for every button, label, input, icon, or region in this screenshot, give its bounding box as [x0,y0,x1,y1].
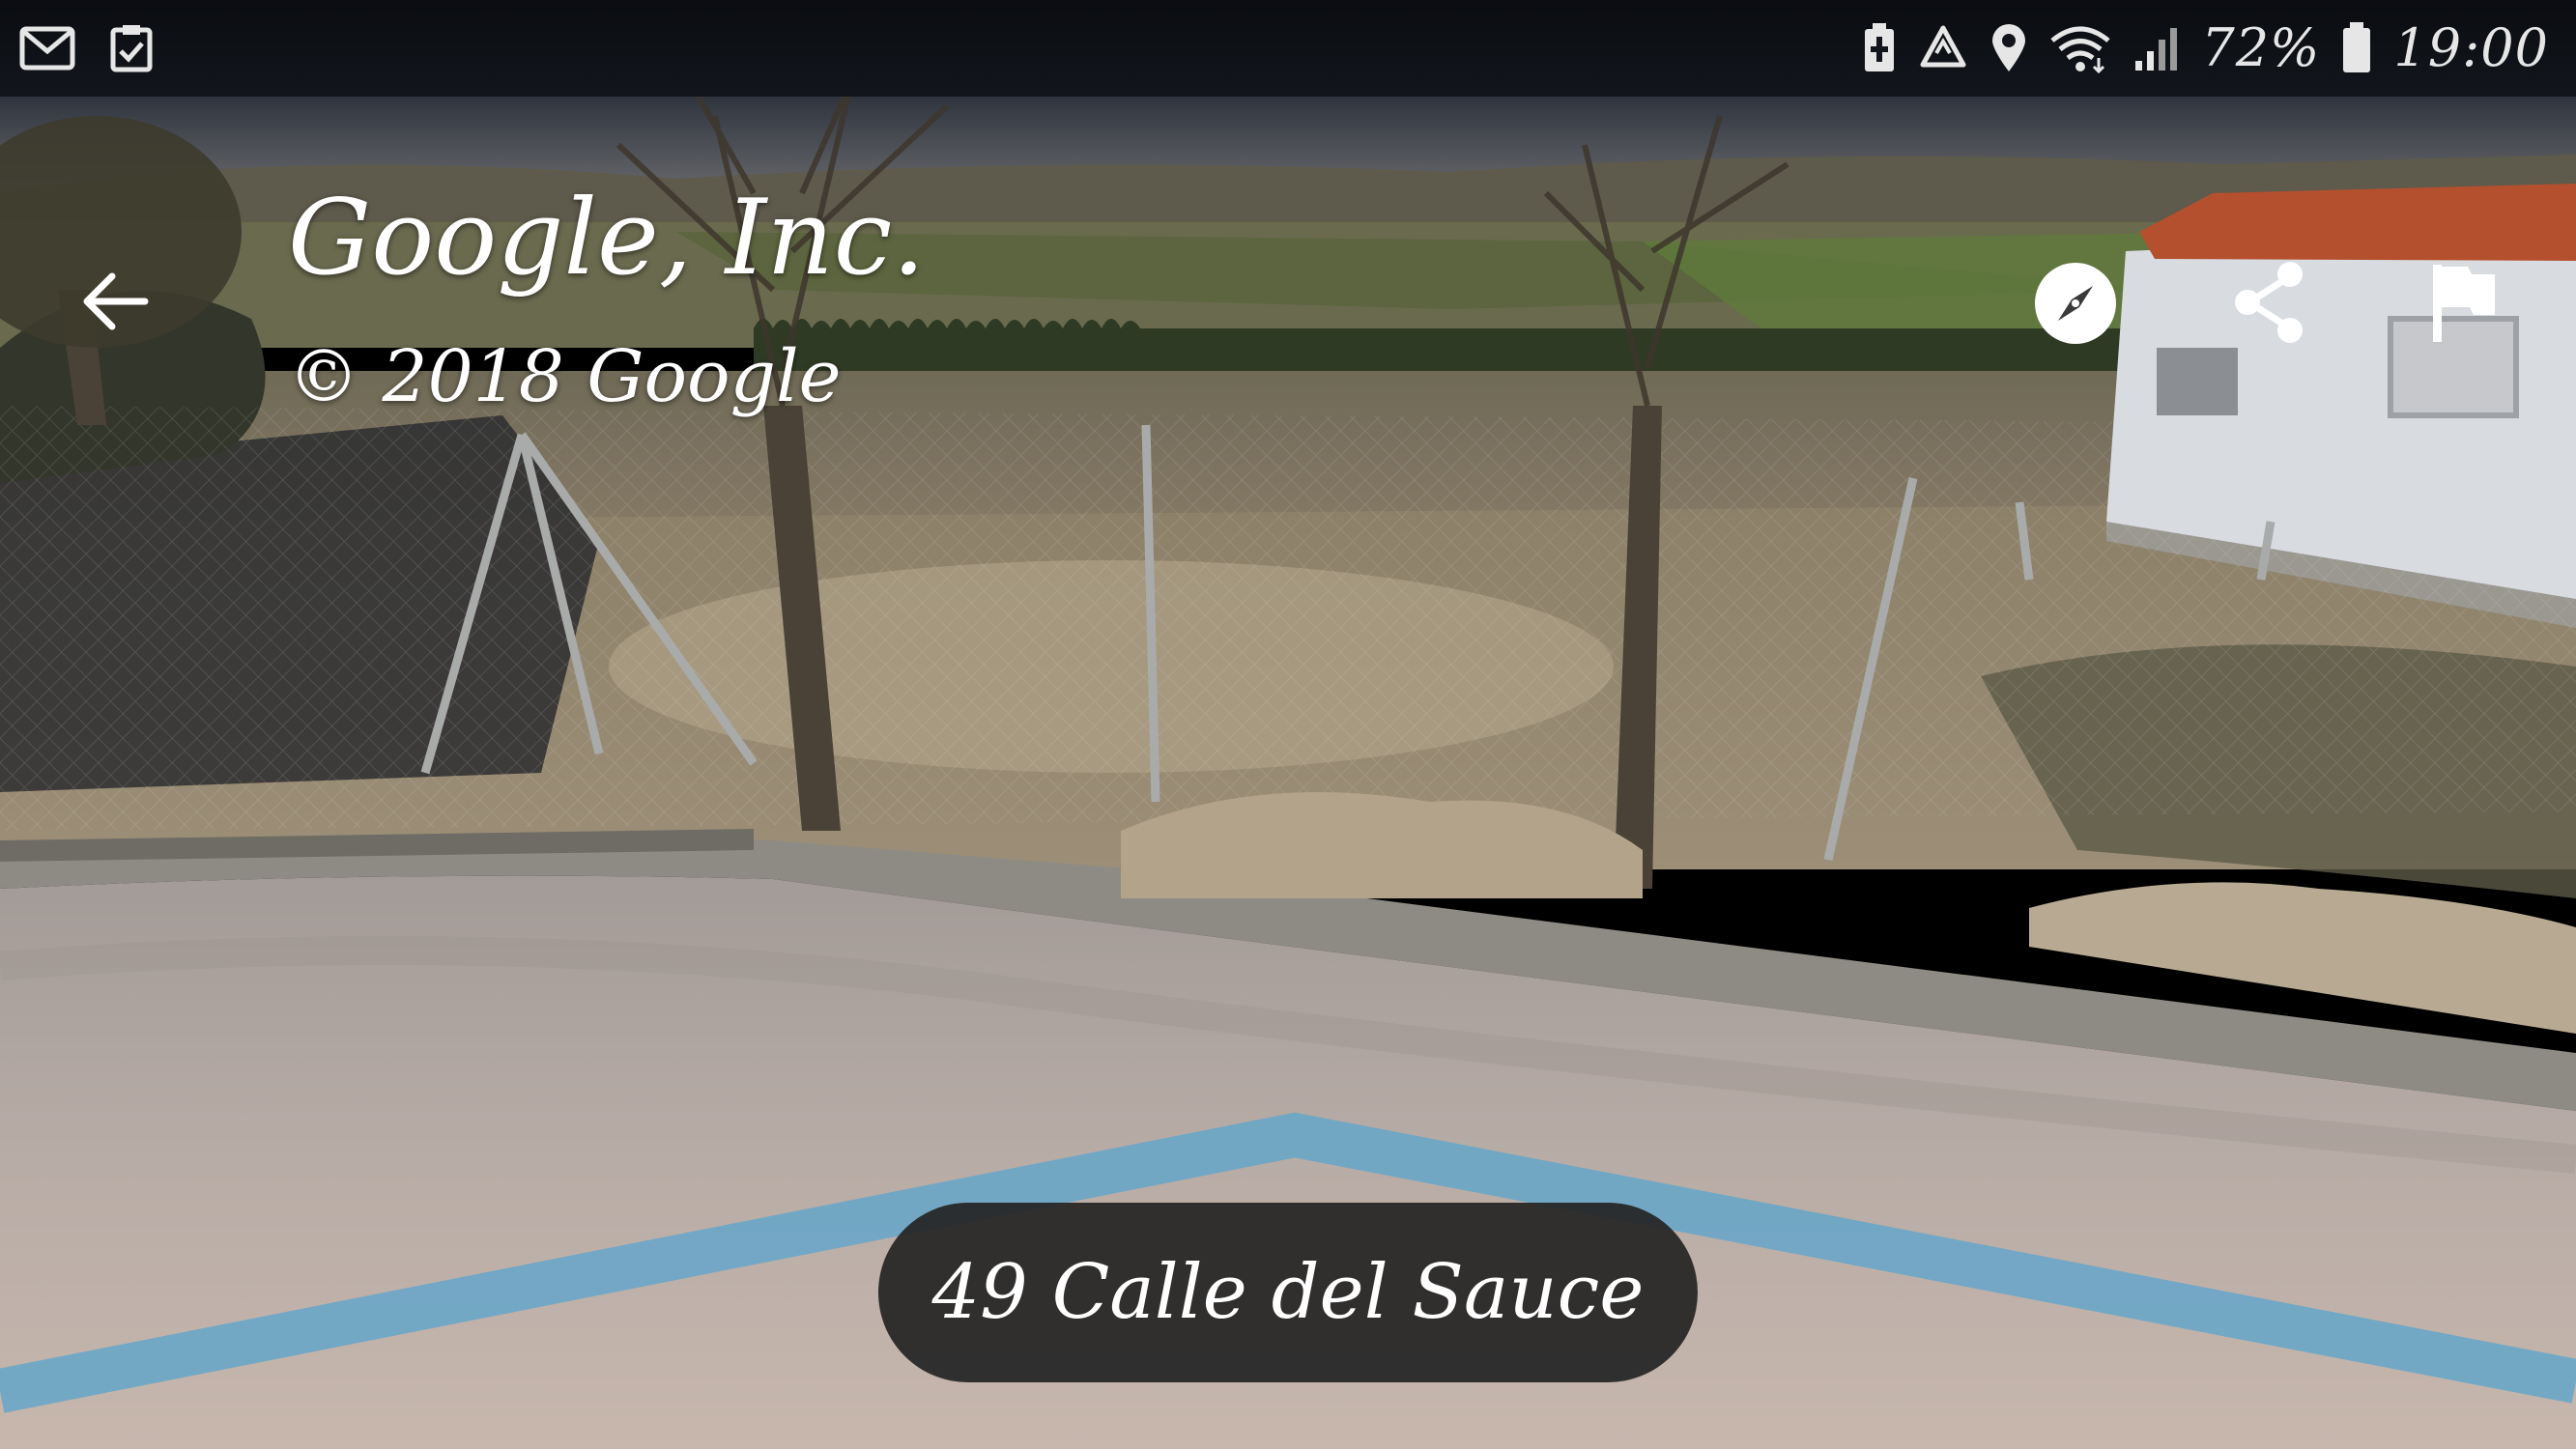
battery-icon [2341,22,2372,74]
back-button[interactable] [73,259,158,344]
battery-percent: 72% [2201,17,2321,78]
street-view-screen: 72% 19:00 Google, Inc. © 2018 Google 49 … [0,0,2576,1449]
wifi-icon [2048,23,2112,73]
status-bar: 72% 19:00 [0,0,2576,97]
address-label: 49 Calle del Sauce [931,1249,1645,1336]
arrow-left-icon [83,272,149,330]
address-pill[interactable]: 49 Calle del Sauce [878,1203,1698,1382]
cell-signal-icon [2133,24,2180,72]
mail-icon [19,26,75,71]
imagery-copyright: © 2018 Google [288,335,842,418]
compass-button[interactable] [2031,259,2120,348]
share-icon [2235,262,2303,343]
status-right-group: 72% 19:00 [1863,15,2549,81]
recycle-icon [1917,24,1969,72]
status-left-group [19,19,153,77]
compass-icon [2035,263,2116,344]
report-button[interactable] [2427,261,2501,344]
battery-saver-icon [1863,23,1896,73]
location-pin-icon [1990,23,2027,73]
clock-time: 19:00 [2393,17,2549,78]
task-checkbox-icon [110,24,153,72]
share-button[interactable] [2228,259,2311,346]
flag-icon [2433,265,2495,342]
imagery-attribution-title: Google, Inc. [288,178,926,298]
